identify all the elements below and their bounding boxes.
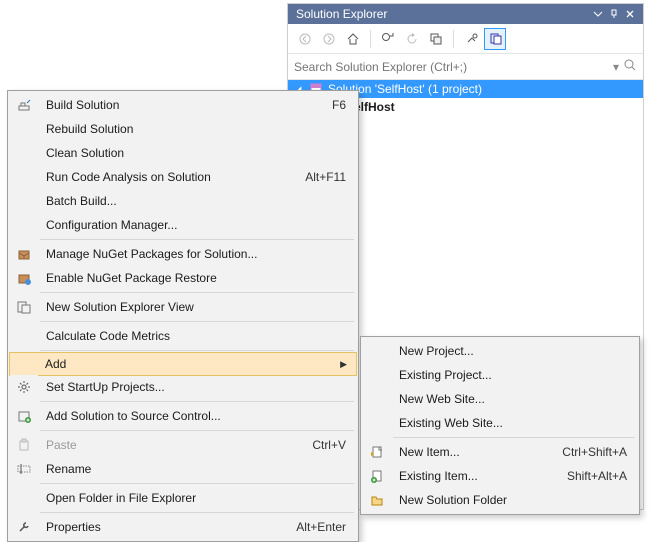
forward-icon[interactable] — [318, 28, 340, 50]
submenu-existing-item[interactable]: Existing Item... Shift+Alt+A — [363, 464, 637, 488]
submenu-new-project[interactable]: New Project... — [363, 339, 637, 363]
menu-open-folder[interactable]: Open Folder in File Explorer — [10, 486, 356, 510]
menu-rebuild-solution[interactable]: Rebuild Solution — [10, 117, 356, 141]
panel-title-text: Solution Explorer — [296, 7, 593, 21]
menu-properties[interactable]: Properties Alt+Enter — [10, 515, 356, 539]
gear-icon — [10, 375, 38, 399]
nuget-icon — [10, 242, 38, 266]
new-folder-icon — [363, 488, 391, 512]
panel-titlebar: Solution Explorer — [288, 4, 643, 24]
menu-paste: Paste Ctrl+V — [10, 433, 356, 457]
new-item-icon — [363, 440, 391, 464]
menu-build-solution[interactable]: Build Solution F6 — [10, 93, 356, 117]
submenu-new-website[interactable]: New Web Site... — [363, 387, 637, 411]
show-all-files-icon[interactable] — [484, 28, 506, 50]
menu-manage-nuget[interactable]: Manage NuGet Packages for Solution... — [10, 242, 356, 266]
build-icon — [10, 93, 38, 117]
search-dropdown-icon[interactable]: ▾ — [609, 60, 623, 74]
panel-dropdown-icon[interactable] — [593, 9, 603, 19]
search-input[interactable] — [294, 60, 609, 74]
add-submenu: New Project... Existing Project... New W… — [360, 336, 640, 515]
nuget-restore-icon — [10, 266, 38, 290]
paste-icon — [10, 433, 38, 457]
search-bar[interactable]: ▾ — [288, 54, 643, 80]
submenu-new-solution-folder[interactable]: New Solution Folder — [363, 488, 637, 512]
existing-item-icon — [363, 464, 391, 488]
properties-icon[interactable] — [460, 28, 482, 50]
menu-clean-solution[interactable]: Clean Solution — [10, 141, 356, 165]
menu-enable-nuget-restore[interactable]: Enable NuGet Package Restore — [10, 266, 356, 290]
submenu-existing-website[interactable]: Existing Web Site... — [363, 411, 637, 435]
menu-code-analysis[interactable]: Run Code Analysis on Solution Alt+F11 — [10, 165, 356, 189]
collapse-all-icon[interactable] — [425, 28, 447, 50]
menu-calculate-metrics[interactable]: Calculate Code Metrics — [10, 324, 356, 348]
source-control-icon — [10, 404, 38, 428]
solution-context-menu: Build Solution F6 Rebuild Solution Clean… — [7, 90, 359, 542]
wrench-icon — [10, 515, 38, 539]
menu-add-to-source-control[interactable]: Add Solution to Source Control... — [10, 404, 356, 428]
submenu-new-item[interactable]: New Item... Ctrl+Shift+A — [363, 440, 637, 464]
panel-close-icon[interactable] — [625, 9, 635, 19]
sync-icon[interactable] — [377, 28, 399, 50]
back-icon[interactable] — [294, 28, 316, 50]
menu-rename[interactable]: Rename — [10, 457, 356, 481]
home-icon[interactable] — [342, 28, 364, 50]
refresh-icon[interactable] — [401, 28, 423, 50]
panel-pin-icon[interactable] — [609, 9, 619, 19]
rename-icon — [10, 457, 38, 481]
menu-config-manager[interactable]: Configuration Manager... — [10, 213, 356, 237]
submenu-arrow-icon: ▶ — [340, 359, 347, 370]
menu-set-startup[interactable]: Set StartUp Projects... — [10, 375, 356, 399]
menu-add[interactable]: Add ▶ — [9, 352, 357, 376]
new-view-icon — [10, 295, 38, 319]
submenu-existing-project[interactable]: Existing Project... — [363, 363, 637, 387]
search-icon[interactable] — [623, 58, 637, 75]
menu-new-explorer-view[interactable]: New Solution Explorer View — [10, 295, 356, 319]
panel-toolbar — [288, 24, 643, 54]
menu-batch-build[interactable]: Batch Build... — [10, 189, 356, 213]
